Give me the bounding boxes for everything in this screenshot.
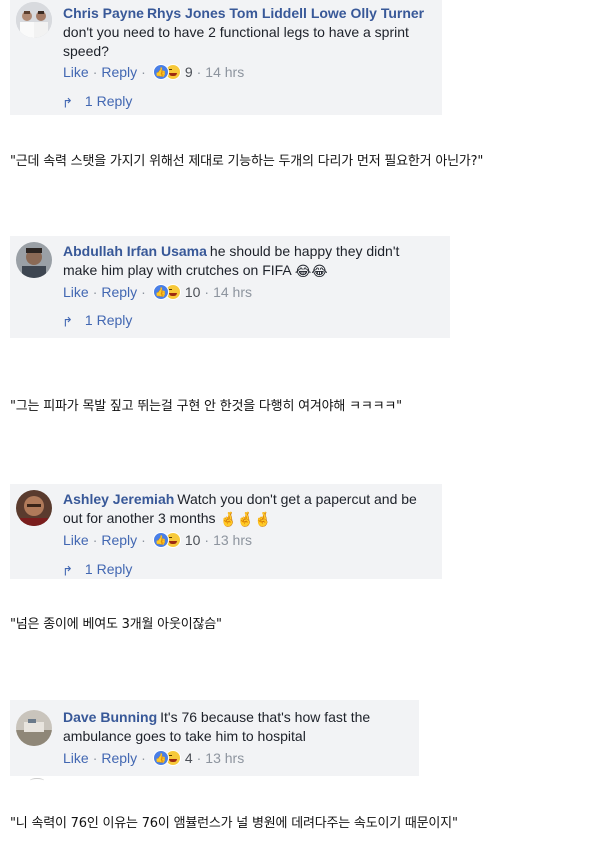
thumbs-up-icon: 👍 — [152, 750, 169, 766]
comment-meta: Like · Reply · 👍 9 · 14 hrs — [63, 64, 245, 80]
comment-card: Chris Payne Rhys Jones Tom Liddell Lowe O… — [10, 0, 442, 115]
comment-body: Ashley Jeremiah Watch you don't get a pap… — [63, 490, 422, 529]
thumbs-up-icon: 👍 — [152, 532, 169, 548]
reaction-summary[interactable]: 👍 — [152, 64, 181, 80]
avatar[interactable] — [16, 710, 52, 746]
reaction-summary[interactable]: 👍 — [152, 284, 181, 300]
comment-body: Chris Payne Rhys Jones Tom Liddell Lowe O… — [63, 4, 432, 61]
comment-author[interactable]: Ashley Jeremiah — [63, 491, 174, 507]
avatar[interactable] — [16, 2, 52, 38]
replies-count-label: 1 Reply — [84, 312, 133, 328]
reaction-summary[interactable]: 👍 — [152, 750, 181, 766]
timestamp[interactable]: 14 hrs — [205, 64, 244, 80]
reply-arrow-icon: ↳ — [62, 563, 73, 578]
reply-link[interactable]: Reply — [101, 284, 137, 300]
thumbs-up-icon: 👍 — [152, 64, 169, 80]
translation-text: "넘은 종이에 베여도 3개월 아웃이잖슴" — [10, 617, 222, 632]
like-link[interactable]: Like — [63, 64, 89, 80]
reaction-summary[interactable]: 👍 — [152, 532, 181, 548]
like-link[interactable]: Like — [63, 750, 89, 766]
view-replies-link[interactable]: ↳ 1 Reply — [62, 93, 132, 110]
reaction-count: 4 — [184, 750, 193, 766]
view-replies-link[interactable]: ↳ 1 Reply — [62, 312, 132, 329]
comment-card: Dave Bunning It's 76 because that's how f… — [10, 700, 419, 776]
comment-text: don't you need to have 2 functional legs… — [63, 24, 409, 59]
replies-count-label: 1 Reply — [84, 561, 133, 577]
laughing-emoji: 😂😂 — [294, 262, 328, 279]
like-link[interactable]: Like — [63, 532, 89, 548]
reaction-count: 10 — [184, 532, 201, 548]
comment-author[interactable]: Dave Bunning — [63, 709, 157, 725]
avatar-photo — [16, 490, 52, 526]
crossed-fingers-emoji: 🤞🤞🤞 — [219, 510, 272, 527]
comment-meta: Like · Reply · 👍 4 · 13 hrs — [63, 750, 245, 766]
reply-link[interactable]: Reply — [101, 532, 137, 548]
avatar-photo — [16, 2, 52, 38]
comment-body: Abdullah Irfan Usama he should be happy t… — [63, 242, 430, 281]
replies-count-label: 1 Reply — [84, 93, 133, 109]
timestamp[interactable]: 13 hrs — [213, 532, 252, 548]
reaction-count: 9 — [184, 64, 193, 80]
like-link[interactable]: Like — [63, 284, 89, 300]
avatar-photo — [16, 710, 52, 746]
comment-body: Dave Bunning It's 76 because that's how f… — [63, 708, 399, 746]
reply-arrow-icon: ↳ — [62, 95, 73, 110]
comment-card: Ashley Jeremiah Watch you don't get a pap… — [10, 484, 442, 579]
reaction-count: 10 — [184, 284, 201, 300]
thumbs-up-icon: 👍 — [152, 284, 169, 300]
tagged-names[interactable]: Rhys Jones Tom Liddell Lowe Olly Turner — [147, 5, 424, 21]
comment-meta: Like · Reply · 👍 10 · 14 hrs — [63, 284, 252, 300]
translation-text: "근데 속력 스탯을 가지기 위해선 제대로 기능하는 두개의 다리가 먼저 필… — [10, 154, 484, 169]
comment-author[interactable]: Chris Payne — [63, 5, 144, 21]
comment-card: Abdullah Irfan Usama he should be happy t… — [10, 236, 450, 338]
timestamp[interactable]: 13 hrs — [205, 750, 244, 766]
translation-text: "니 속력이 76인 이유는 76이 앰뷸런스가 널 병원에 데려다주는 속도이… — [10, 816, 458, 831]
avatar[interactable] — [16, 490, 52, 526]
comment-author[interactable]: Abdullah Irfan Usama — [63, 243, 207, 259]
avatar[interactable] — [16, 242, 52, 278]
reply-link[interactable]: Reply — [101, 64, 137, 80]
timestamp[interactable]: 14 hrs — [213, 284, 252, 300]
avatar-photo — [16, 242, 52, 278]
view-replies-link[interactable]: ↳ 1 Reply — [62, 561, 132, 578]
reply-arrow-icon: ↳ — [62, 314, 73, 329]
divider — [30, 778, 44, 783]
reply-link[interactable]: Reply — [101, 750, 137, 766]
translation-text: "그는 피파가 목발 짚고 뛰는걸 구현 안 한것을 다행히 여겨야해 ㅋㅋㅋㅋ… — [10, 399, 402, 414]
comment-meta: Like · Reply · 👍 10 · 13 hrs — [63, 532, 252, 548]
